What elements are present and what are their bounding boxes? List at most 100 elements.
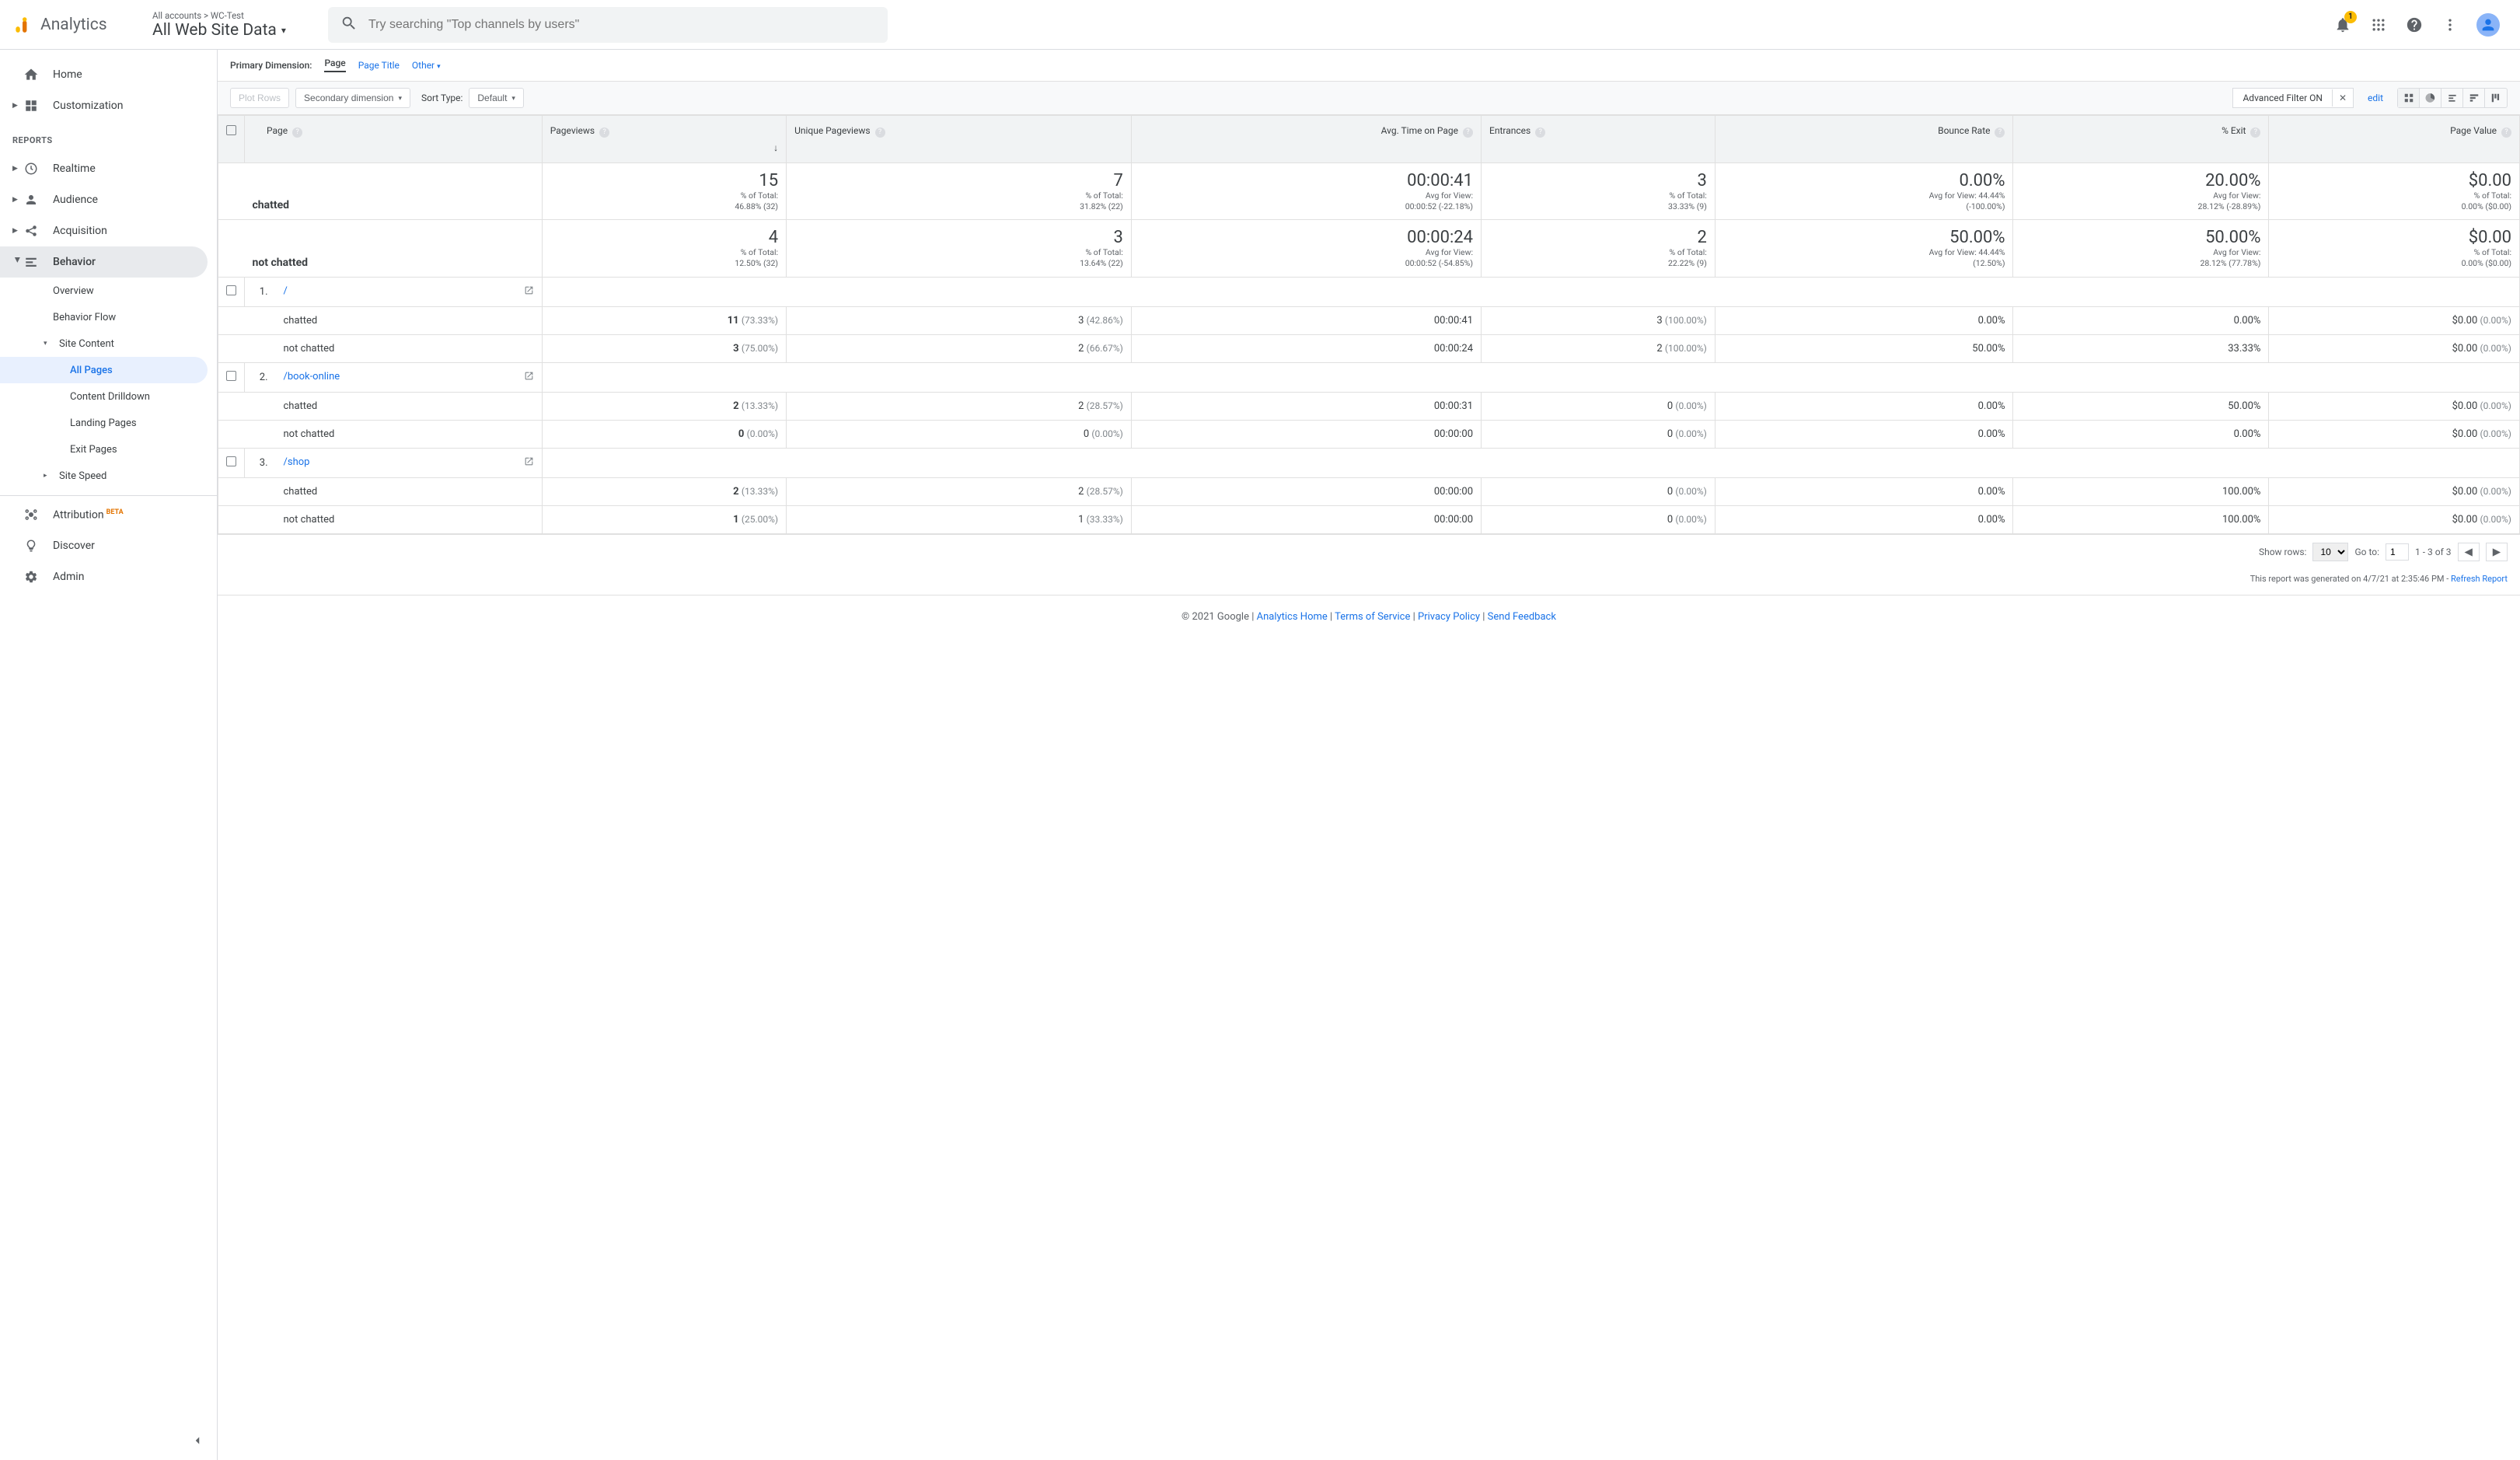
col-page[interactable]: Page ? xyxy=(245,116,543,163)
row-checkbox[interactable] xyxy=(218,362,245,392)
dashboard-icon xyxy=(23,98,39,114)
subnav-content-drilldown[interactable]: Content Drilldown xyxy=(0,383,208,410)
subnav-exit-pages[interactable]: Exit Pages xyxy=(0,436,208,463)
summary-row: not chatted 4% of Total:12.50% (32)3% of… xyxy=(218,220,2520,277)
cell-avgtime: 00:00:00 xyxy=(1131,420,1481,448)
col-bounce-rate[interactable]: Bounce Rate ? xyxy=(1715,116,2013,163)
help-icon[interactable] xyxy=(2405,16,2424,34)
page-link[interactable]: / xyxy=(284,285,288,297)
page-link[interactable]: /book-online xyxy=(284,371,340,382)
open-link-icon[interactable] xyxy=(524,371,534,384)
subnav-site-content[interactable]: ▾ Site Content xyxy=(0,330,208,357)
refresh-report-link[interactable]: Refresh Report xyxy=(2451,574,2508,584)
dimension-page-title[interactable]: Page Title xyxy=(358,60,400,71)
help-icon[interactable]: ? xyxy=(292,127,302,138)
subnav-site-speed[interactable]: ▸ Site Speed xyxy=(0,463,208,489)
footer-privacy[interactable]: Privacy Policy xyxy=(1418,611,1480,623)
apps-icon[interactable] xyxy=(2369,16,2388,34)
help-icon[interactable]: ? xyxy=(1535,127,1545,138)
more-icon[interactable] xyxy=(2441,16,2459,34)
segment-label: chatted xyxy=(253,199,290,211)
subnav-overview[interactable]: Overview xyxy=(0,278,208,304)
row-checkbox[interactable] xyxy=(218,448,245,477)
cell-bounce: 0.00% xyxy=(1715,477,2013,505)
col-pageviews[interactable]: Pageviews ?↓ xyxy=(542,116,786,163)
nav-audience[interactable]: ▶ Audience xyxy=(0,184,208,215)
person-icon xyxy=(23,192,39,208)
cell-pageviews: 2 (13.33%) xyxy=(542,477,786,505)
subnav-all-pages[interactable]: All Pages xyxy=(0,357,208,383)
page-link[interactable]: /shop xyxy=(284,456,310,468)
nav-label: Admin xyxy=(53,571,84,583)
breadcrumb: All accounts > WC-Test xyxy=(152,10,323,21)
search-bar[interactable] xyxy=(328,7,888,43)
primary-dimension-label: Primary Dimension: xyxy=(230,60,312,71)
footer-feedback[interactable]: Send Feedback xyxy=(1488,611,1556,623)
cell-exit: 100.00% xyxy=(2013,477,2269,505)
nav-acquisition[interactable]: ▶ Acquisition xyxy=(0,215,208,246)
segment-label: chatted xyxy=(276,392,543,420)
summary-metric: 3% of Total:33.33% (9) xyxy=(1482,163,1715,220)
view-pie-icon[interactable] xyxy=(2420,89,2441,107)
help-icon[interactable]: ? xyxy=(1463,127,1473,138)
search-input[interactable] xyxy=(358,18,875,32)
segment-row: chatted 2 (13.33%) 2 (28.57%) 00:00:00 0… xyxy=(218,477,2520,505)
account-selector[interactable]: All accounts > WC-Test All Web Site Data… xyxy=(152,10,323,40)
header-actions: 1 xyxy=(2333,13,2508,37)
collapse-sidebar-icon[interactable] xyxy=(187,1430,208,1454)
filter-text: Advanced Filter ON xyxy=(2233,89,2331,107)
cell-bounce: 0.00% xyxy=(1715,306,2013,334)
select-all-checkbox[interactable] xyxy=(218,116,245,163)
goto-page-input[interactable] xyxy=(2386,543,2409,561)
cell-value: $0.00 (0.00%) xyxy=(2269,420,2520,448)
help-icon[interactable]: ? xyxy=(2501,127,2511,138)
clear-filter-icon[interactable]: ✕ xyxy=(2332,89,2353,107)
nav-realtime[interactable]: ▶ Realtime xyxy=(0,153,208,184)
help-icon[interactable]: ? xyxy=(875,127,885,138)
col-entrances[interactable]: Entrances ? xyxy=(1482,116,1715,163)
plot-rows-button[interactable]: Plot Rows xyxy=(230,88,289,108)
cell-exit: 100.00% xyxy=(2013,505,2269,533)
help-icon[interactable]: ? xyxy=(2250,127,2260,138)
sort-type-dropdown[interactable]: Default ▾ xyxy=(469,88,524,108)
dimension-page[interactable]: Page xyxy=(324,58,345,72)
col-unique-pageviews[interactable]: Unique Pageviews ? xyxy=(787,116,1132,163)
subnav-behavior-flow[interactable]: Behavior Flow xyxy=(0,304,208,330)
rows-per-page-select[interactable]: 10 xyxy=(2312,543,2348,561)
footer-terms[interactable]: Terms of Service xyxy=(1335,611,1410,623)
view-comparison-icon[interactable] xyxy=(2463,89,2485,107)
nav-behavior[interactable]: ▶ Behavior xyxy=(0,246,208,278)
prev-page-button[interactable]: ◀ xyxy=(2458,543,2480,561)
secondary-dimension-dropdown[interactable]: Secondary dimension ▾ xyxy=(295,88,410,108)
view-pivot-icon[interactable] xyxy=(2485,89,2507,107)
col-exit[interactable]: % Exit ? xyxy=(2013,116,2269,163)
col-avg-time[interactable]: Avg. Time on Page ? xyxy=(1131,116,1481,163)
nav-home[interactable]: Home xyxy=(0,59,208,90)
edit-filter-link[interactable]: edit xyxy=(2368,93,2383,103)
nav-discover[interactable]: Discover xyxy=(0,530,208,561)
help-icon[interactable]: ? xyxy=(1995,127,2005,138)
cell-bounce: 50.00% xyxy=(1715,334,2013,362)
view-table-icon[interactable] xyxy=(2398,89,2420,107)
open-link-icon[interactable] xyxy=(524,285,534,299)
cell-avgtime: 00:00:00 xyxy=(1131,505,1481,533)
notifications-icon[interactable]: 1 xyxy=(2333,16,2352,34)
subnav-landing-pages[interactable]: Landing Pages xyxy=(0,410,208,436)
help-icon[interactable]: ? xyxy=(599,127,609,138)
dimension-other[interactable]: Other ▾ xyxy=(412,60,441,71)
avatar[interactable] xyxy=(2476,13,2500,37)
open-link-icon[interactable] xyxy=(524,456,534,470)
cell-entrances: 2 (100.00%) xyxy=(1482,334,1715,362)
view-mode-switcher xyxy=(2397,88,2508,108)
col-page-value[interactable]: Page Value ? xyxy=(2269,116,2520,163)
caret-icon: ▶ xyxy=(13,257,21,267)
next-page-button[interactable]: ▶ xyxy=(2486,543,2508,561)
page-cell: /book-online xyxy=(276,362,543,392)
footer-analytics-home[interactable]: Analytics Home xyxy=(1257,611,1328,623)
row-checkbox[interactable] xyxy=(218,277,245,306)
logo[interactable]: Analytics xyxy=(12,15,145,35)
view-bar-icon[interactable] xyxy=(2441,89,2463,107)
nav-customization[interactable]: ▶ Customization xyxy=(0,90,208,121)
nav-admin[interactable]: Admin xyxy=(0,561,208,592)
nav-attribution[interactable]: AttributionBETA xyxy=(0,499,208,530)
